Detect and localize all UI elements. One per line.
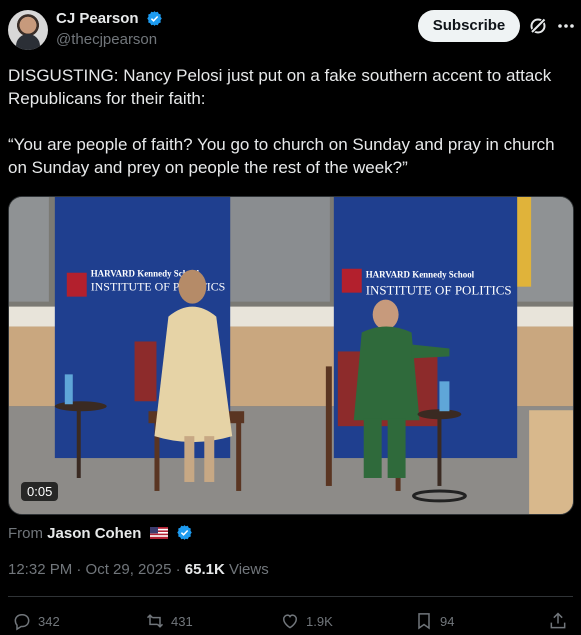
video-frame: HARVARD Kennedy School INSTITUTE OF POLI… (9, 197, 573, 514)
action-bar: 342 431 1.9K 94 (0, 610, 581, 632)
bookmark-count: 94 (440, 613, 455, 629)
bookmark-button[interactable]: 94 (414, 610, 454, 632)
author-handle[interactable]: @thecjpearson (56, 31, 163, 48)
repost-count: 431 (171, 613, 193, 629)
subscribe-button[interactable]: Subscribe (418, 10, 520, 42)
banner-right-line1: HARVARD Kennedy School (366, 270, 475, 280)
repost-icon (146, 614, 164, 628)
views-count: 65.1K (184, 561, 225, 578)
divider (8, 596, 573, 597)
like-button[interactable]: 1.9K (280, 610, 333, 632)
video-duration: 0:05 (21, 482, 59, 501)
banner-right-line2: INSTITUTE OF POLITICS (366, 283, 512, 298)
tweet-timestamp[interactable]: 12:32 PM · Oct 29, 2025 · (8, 561, 185, 578)
source-prefix: From (8, 525, 43, 542)
repost-button[interactable]: 431 (145, 610, 193, 632)
views-label: Views (228, 561, 269, 578)
reply-button[interactable]: 342 (12, 610, 60, 632)
like-icon (282, 614, 298, 629)
us-flag-icon (149, 527, 168, 539)
source-name[interactable]: Jason Cohen (47, 525, 141, 542)
author-info: CJ Pearson @thecjpearson (56, 10, 163, 48)
source-attribution: From Jason Cohen (8, 524, 193, 542)
reply-count: 342 (38, 613, 60, 629)
reply-icon (14, 614, 30, 631)
tweet-text: DISGUSTING: Nancy Pelosi just put on a f… (8, 66, 555, 177)
like-count: 1.9K (306, 613, 333, 629)
share-button[interactable] (548, 610, 574, 632)
avatar[interactable] (8, 10, 48, 50)
tweet-meta: 12:32 PM · Oct 29, 2025 · 65.1K Views (8, 561, 269, 578)
more-icon[interactable] (556, 16, 576, 36)
bookmark-icon (418, 613, 430, 630)
video-player[interactable]: HARVARD Kennedy School INSTITUTE OF POLI… (8, 196, 574, 515)
share-icon (550, 612, 566, 629)
grok-icon[interactable] (528, 16, 548, 36)
verified-badge-icon (176, 525, 192, 540)
tweet-header: CJ Pearson @thecjpearson Subscribe (8, 8, 581, 52)
verified-badge-icon (147, 11, 162, 27)
author-display-name[interactable]: CJ Pearson (56, 10, 139, 27)
